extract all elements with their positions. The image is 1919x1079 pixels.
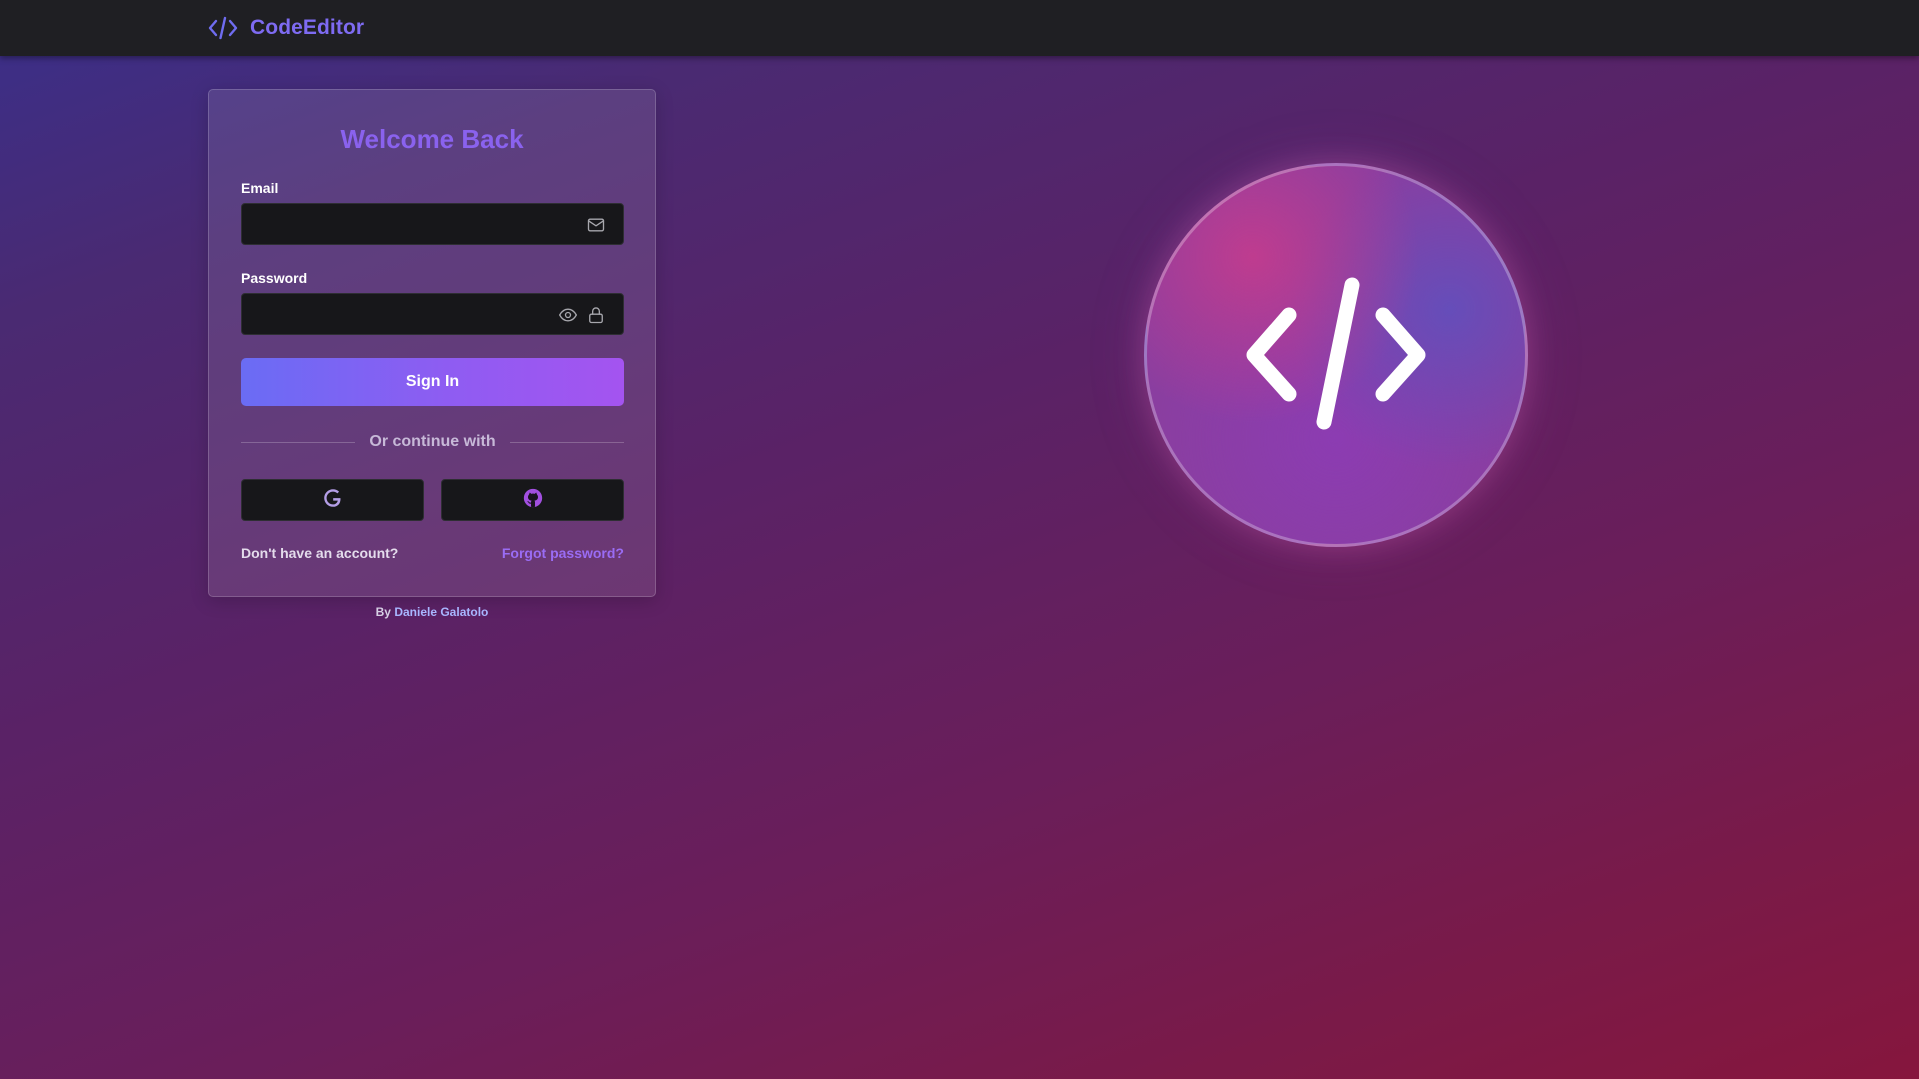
email-label: Email [241, 180, 279, 196]
divider: Or continue with [241, 432, 624, 452]
google-icon [322, 487, 344, 514]
email-field-wrapper [241, 203, 624, 245]
mail-icon [586, 215, 606, 235]
github-icon [522, 487, 544, 514]
lock-icon [586, 305, 606, 325]
forgot-password-link[interactable]: Forgot password? [502, 545, 624, 561]
github-signin-button[interactable] [441, 479, 624, 521]
no-account-text: Don't have an account? [241, 545, 399, 561]
sign-in-button[interactable]: Sign In [241, 358, 624, 406]
google-signin-button[interactable] [241, 479, 424, 521]
brand-name: CodeEditor [250, 16, 365, 39]
eye-icon[interactable] [558, 305, 578, 325]
login-card: Welcome Back Email Password Sign In Or c… [208, 89, 656, 597]
divider-text: Or continue with [369, 433, 496, 450]
footer-credit: By Daniele Galatolo [208, 605, 656, 619]
email-field[interactable] [242, 204, 623, 244]
password-label: Password [241, 270, 308, 286]
account-links-row: Don't have an account? Forgot password? [241, 545, 624, 561]
top-navbar: CodeEditor [0, 0, 1919, 56]
footer-by-text: By [375, 605, 391, 619]
hero-logo-circle [1144, 163, 1528, 547]
divider-line-left [241, 441, 356, 443]
login-title: Welcome Back [340, 124, 524, 154]
code-icon [208, 16, 238, 40]
author-link[interactable]: Daniele Galatolo [394, 605, 488, 619]
brand[interactable]: CodeEditor [208, 14, 364, 42]
divider-line-right [509, 441, 624, 443]
password-field-wrapper [241, 293, 624, 335]
code-icon [1241, 275, 1431, 435]
